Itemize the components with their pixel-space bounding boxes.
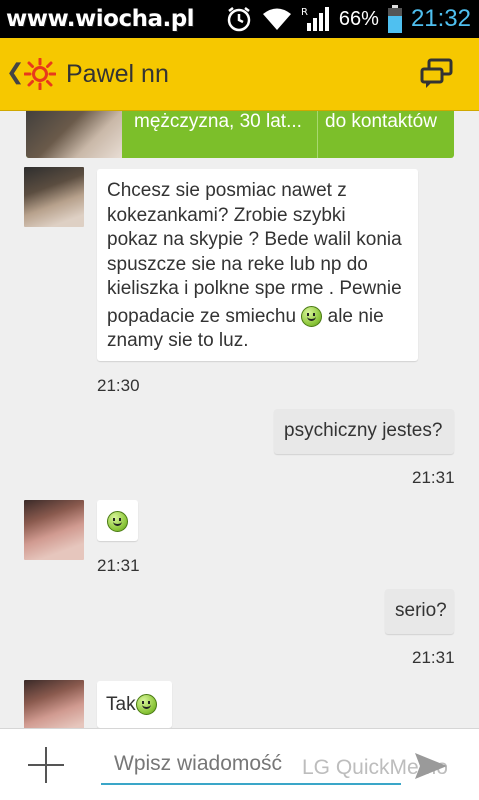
contact-name[interactable]: Pawel nn	[66, 60, 169, 89]
add-to-contacts-button[interactable]: do kontaktów	[325, 111, 437, 133]
back-chevron-icon[interactable]: ❮	[6, 60, 24, 85]
message-time: 21:31	[97, 556, 140, 575]
battery-percent: 66%	[338, 7, 379, 30]
profile-card: mężczyzna, 30 lat... do kontaktów	[26, 111, 454, 158]
outgoing-message[interactable]: psychiczny jestes?	[274, 409, 454, 454]
status-icons: R 66% 21:32	[225, 0, 471, 38]
chat-area[interactable]: mężczyzna, 30 lat... do kontaktów Chcesz…	[0, 111, 479, 728]
message-time: 21:31	[412, 648, 455, 667]
contact-avatar[interactable]	[24, 680, 84, 728]
profile-photo[interactable]	[26, 111, 122, 158]
add-attachment-icon[interactable]	[28, 747, 64, 783]
status-clock: 21:32	[410, 5, 471, 32]
message-text: ale nie	[327, 305, 384, 327]
message-text: popadacie ze smiechu	[107, 305, 297, 327]
message-line: spuszcze sie na reke lub np do	[107, 253, 368, 275]
incoming-message[interactable]	[97, 500, 138, 541]
svg-text:R: R	[301, 7, 308, 18]
message-line: kokezankami? Zrobie szybki	[107, 204, 346, 226]
chat-bubbles-icon[interactable]	[419, 58, 455, 90]
alarm-clock-icon	[227, 7, 251, 32]
message-line: pokaz na skypie ? Bede walil konia	[107, 229, 402, 250]
incoming-message[interactable]: Tak	[97, 681, 172, 728]
outgoing-message[interactable]: serio?	[385, 589, 454, 634]
send-icon[interactable]	[413, 751, 449, 781]
status-bar: www.wiocha.pl R 66% 21:32	[0, 0, 479, 38]
smiley-icon	[107, 511, 128, 533]
message-text: serio?	[395, 600, 447, 621]
contact-avatar[interactable]	[24, 500, 84, 560]
message-line: popadacie ze smiechu ale nie	[107, 305, 408, 330]
battery-icon	[387, 5, 402, 33]
message-text: psychiczny jestes?	[284, 420, 443, 441]
sun-logo-icon[interactable]	[24, 58, 56, 90]
message-line: znamy sie to luz.	[107, 330, 249, 351]
wifi-icon	[262, 8, 291, 30]
chat-header: ❮ Pawel nn	[0, 38, 479, 111]
message-text: Tak	[106, 694, 136, 715]
incoming-message[interactable]: Chcesz sie posmiac nawet z kokezankami? …	[97, 169, 418, 361]
divider	[317, 111, 318, 158]
profile-info: mężczyzna, 30 lat...	[134, 111, 302, 132]
message-line: kieliszka i polkne spe rme . Pewnie	[107, 278, 402, 299]
message-time: 21:31	[412, 468, 455, 487]
signal-strength-icon: R	[301, 7, 329, 31]
smiley-icon	[301, 305, 323, 327]
smiley-icon	[135, 694, 157, 716]
message-line: Chcesz sie posmiac nawet z	[107, 180, 347, 201]
message-time: 21:30	[97, 376, 140, 395]
site-watermark: www.wiocha.pl	[6, 6, 195, 32]
contact-avatar[interactable]	[24, 167, 84, 227]
message-composer: LG QuickMemo	[0, 728, 479, 800]
